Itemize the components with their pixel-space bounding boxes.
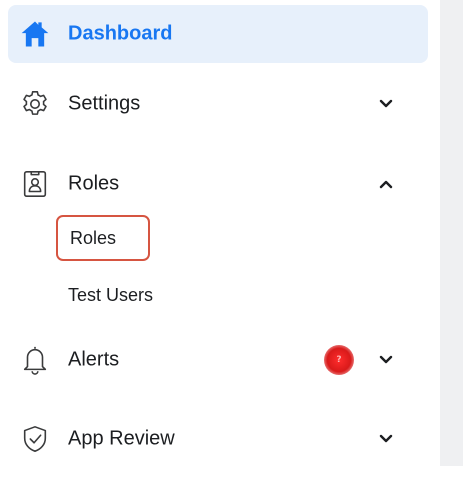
sidebar-subitem-roles[interactable]: Roles <box>56 215 150 261</box>
sidebar-item-label: Dashboard <box>68 22 173 45</box>
bell-icon <box>20 345 50 375</box>
gear-icon <box>20 89 50 119</box>
sidebar-subitem-test-users[interactable]: Test Users <box>56 272 153 318</box>
sidebar: Dashboard Settings Roles Roles Test User… <box>0 0 440 482</box>
sidebar-subitem-label: Test Users <box>68 284 154 305</box>
roles-badge-icon <box>20 169 50 199</box>
notification-badge: ? <box>324 345 354 375</box>
sidebar-item-app-review[interactable]: App Review <box>8 410 428 468</box>
chevron-down-icon[interactable] <box>374 348 398 372</box>
sidebar-item-label: Settings <box>68 92 141 115</box>
sidebar-item-label: App Review <box>68 427 175 450</box>
shield-check-icon <box>20 424 50 454</box>
sidebar-item-label: Roles <box>68 172 120 195</box>
sidebar-subitem-label: Roles <box>70 227 117 248</box>
chevron-up-icon[interactable] <box>374 172 398 196</box>
content-pane <box>440 0 463 466</box>
sidebar-item-settings[interactable]: Settings <box>8 75 428 133</box>
sidebar-item-roles[interactable]: Roles <box>8 155 428 213</box>
chevron-down-icon[interactable] <box>374 427 398 451</box>
sidebar-item-dashboard[interactable]: Dashboard <box>8 5 428 63</box>
chevron-down-icon[interactable] <box>374 92 398 116</box>
sidebar-item-alerts[interactable]: Alerts ? <box>8 331 428 389</box>
sidebar-item-label: Alerts <box>68 348 120 371</box>
badge-count: ? <box>336 355 342 365</box>
home-icon <box>20 19 50 49</box>
